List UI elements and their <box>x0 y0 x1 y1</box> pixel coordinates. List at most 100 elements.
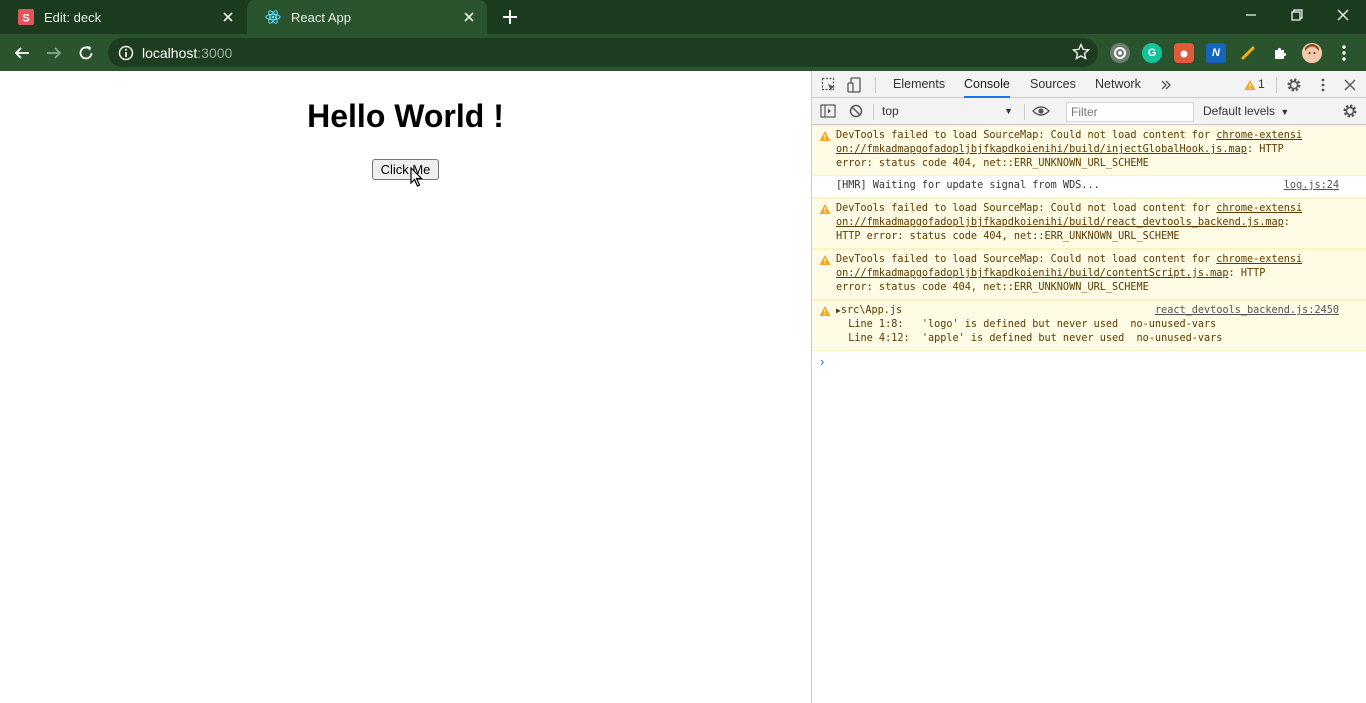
console-prompt[interactable]: › <box>812 351 1366 371</box>
react-icon <box>265 9 281 25</box>
reload-button[interactable] <box>72 39 100 67</box>
file-name[interactable]: src\App.js <box>841 305 902 316</box>
devtools-panel: Elements Console Sources Network 1 top ▼… <box>811 71 1366 703</box>
grammarly-icon[interactable]: G <box>1142 43 1162 63</box>
prompt-chevron-icon: › <box>820 354 825 369</box>
url-text: localhost:3000 <box>142 45 232 61</box>
source-link[interactable]: log.js:24 <box>1284 179 1339 193</box>
tab-edit-deck[interactable]: S Edit: deck <box>0 0 246 34</box>
tab-title: React App <box>291 9 351 25</box>
slides-icon: S <box>18 9 34 25</box>
console-warning-message: DevTools failed to load SourceMap: Could… <box>812 249 1366 300</box>
profile-avatar-icon[interactable] <box>1302 43 1322 63</box>
close-devtools-icon[interactable] <box>1341 76 1359 94</box>
url-host: localhost <box>142 45 198 61</box>
info-icon <box>118 45 134 61</box>
tab-console[interactable]: Console <box>964 71 1010 98</box>
more-tabs-chevron-icon[interactable] <box>1157 76 1175 94</box>
console-settings-gear-icon[interactable] <box>1341 102 1359 120</box>
sourcemap-link[interactable]: chrome-extensi <box>1216 254 1302 265</box>
page-heading: Hello World ! <box>307 98 504 134</box>
caret-down-icon: ▼ <box>1280 107 1290 117</box>
tab-network[interactable]: Network <box>1095 71 1141 98</box>
svg-text:S: S <box>22 13 29 25</box>
reload-icon <box>79 46 93 60</box>
caret-down-icon: ▼ <box>1004 106 1013 116</box>
extensions-puzzle-icon[interactable] <box>1270 43 1290 63</box>
warning-icon <box>1244 79 1256 90</box>
forward-button[interactable] <box>40 39 68 67</box>
log-levels-label: Default levels <box>1203 104 1276 118</box>
tab-elements[interactable]: Elements <box>893 71 945 98</box>
sourcemap-link[interactable]: on://fmkadmapgofadopljbjfkapdkoienihi/bu… <box>836 217 1284 228</box>
message-text: error: status code 404, net::ERR_UNKNOWN… <box>836 282 1149 293</box>
minimize-button[interactable] <box>1228 0 1274 30</box>
live-expression-eye-icon[interactable] <box>1032 102 1050 120</box>
device-toolbar-icon[interactable] <box>846 76 864 94</box>
console-messages: DevTools failed to load SourceMap: Could… <box>812 125 1366 371</box>
lint-detail-line: Line 4:12: 'apple' is defined but never … <box>836 333 1223 344</box>
close-tab-icon[interactable] <box>457 5 481 29</box>
message-text: DevTools failed to load SourceMap: Could… <box>836 254 1217 265</box>
sourcemap-link[interactable]: chrome-extensi <box>1216 203 1302 214</box>
console-warning-message: DevTools failed to load SourceMap: Could… <box>812 125 1366 176</box>
extension-n-icon[interactable]: N <box>1206 43 1226 63</box>
close-icon <box>1337 9 1349 21</box>
extension-badge-icon[interactable] <box>1174 43 1194 63</box>
restore-icon <box>1291 9 1303 21</box>
inspect-element-icon[interactable] <box>820 76 838 94</box>
log-levels-dropdown[interactable]: Default levels ▼ <box>1203 102 1289 121</box>
show-sidebar-icon[interactable] <box>819 102 837 120</box>
plus-icon <box>503 10 517 24</box>
clear-console-icon[interactable] <box>847 102 865 120</box>
toolbar-divider <box>1024 104 1025 120</box>
context-value: top <box>882 104 899 118</box>
filter-input[interactable] <box>1066 102 1194 122</box>
warning-icon <box>819 306 831 316</box>
extension-circle-icon[interactable] <box>1110 43 1130 63</box>
close-window-button[interactable] <box>1320 0 1366 30</box>
message-text: DevTools failed to load SourceMap: Could… <box>836 203 1217 214</box>
tab-sources[interactable]: Sources <box>1030 71 1076 98</box>
toolbar-divider <box>873 104 874 120</box>
devtools-menu-icon[interactable] <box>1314 76 1332 94</box>
close-tab-icon[interactable] <box>216 5 240 29</box>
bookmark-star-icon[interactable] <box>1072 43 1090 61</box>
warning-count: 1 <box>1258 77 1265 91</box>
click-me-button[interactable]: Click Me <box>372 159 439 180</box>
sourcemap-link[interactable]: chrome-extensi <box>1216 130 1302 141</box>
pencil-icon[interactable] <box>1238 43 1258 63</box>
source-link[interactable]: react_devtools_backend.js:2450 <box>1155 304 1339 318</box>
lint-detail-line: Line 1:8: 'logo' is defined but never us… <box>836 319 1217 330</box>
console-toolbar: top ▼ Default levels ▼ <box>812 98 1366 125</box>
settings-gear-icon[interactable] <box>1285 76 1303 94</box>
warning-icon <box>819 204 831 214</box>
minimize-icon <box>1246 14 1256 16</box>
arrow-right-icon <box>47 47 62 59</box>
context-select[interactable]: top ▼ <box>882 102 1017 121</box>
message-text: error: status code 404, net::ERR_UNKNOWN… <box>836 158 1149 169</box>
message-text: HTTP error: status code 404, net::ERR_UN… <box>836 231 1180 242</box>
menu-kebab-icon[interactable] <box>1334 43 1354 63</box>
browser-toolbar: localhost:3000 G N <box>0 34 1366 71</box>
message-text: [HMR] Waiting for update signal from WDS… <box>836 180 1100 191</box>
console-warning-message: DevTools failed to load SourceMap: Could… <box>812 198 1366 249</box>
back-button[interactable] <box>8 39 36 67</box>
new-tab-button[interactable] <box>498 5 522 29</box>
console-log-message: log.js:24 [HMR] Waiting for update signa… <box>812 176 1366 198</box>
restore-button[interactable] <box>1274 0 1320 30</box>
warning-counter[interactable]: 1 <box>1244 71 1265 98</box>
sourcemap-link[interactable]: on://fmkadmapgofadopljbjfkapdkoienihi/bu… <box>836 144 1247 155</box>
warning-icon <box>819 255 831 265</box>
console-warning-message: react_devtools_backend.js:2450 ▶src\App.… <box>812 300 1366 351</box>
warning-icon <box>819 131 831 141</box>
toolbar-divider <box>1276 77 1277 93</box>
arrow-left-icon <box>14 47 29 59</box>
tab-title: Edit: deck <box>44 9 102 25</box>
tab-react-app[interactable]: React App <box>247 0 487 34</box>
devtools-tabbar: Elements Console Sources Network 1 <box>812 71 1366 98</box>
sourcemap-link[interactable]: on://fmkadmapgofadopljbjfkapdkoienihi/bu… <box>836 268 1229 279</box>
tab-strip: S Edit: deck React App <box>0 0 1366 34</box>
message-text: : <box>1283 217 1290 228</box>
address-bar[interactable]: localhost:3000 <box>108 38 1098 67</box>
